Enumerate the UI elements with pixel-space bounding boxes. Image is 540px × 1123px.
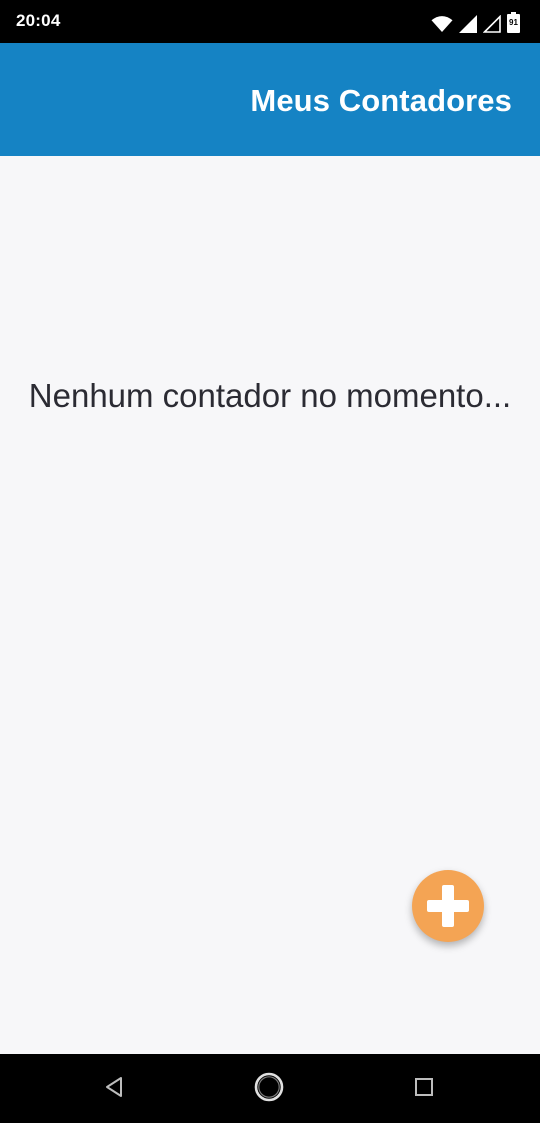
empty-state-message: Nenhum contador no momento... (28, 377, 512, 414)
page-title: Meus Contadores (250, 83, 512, 118)
signal-icon (459, 15, 477, 33)
battery-icon: 91 (507, 12, 520, 33)
back-icon (104, 1076, 124, 1103)
navigation-bar (0, 1054, 540, 1123)
add-counter-button[interactable] (412, 870, 484, 942)
app-bar: Meus Contadores (0, 43, 540, 156)
signal-empty-icon (483, 15, 501, 33)
screen: 20:04 91 Meus Contadores Nenhum contador… (0, 0, 540, 1123)
status-time: 20:04 (16, 11, 61, 30)
status-bar: 20:04 91 (0, 0, 540, 43)
battery-level: 91 (509, 18, 518, 27)
back-button[interactable] (96, 1071, 132, 1107)
recents-icon (414, 1077, 434, 1102)
recents-button[interactable] (406, 1071, 442, 1107)
home-icon (253, 1071, 285, 1108)
wifi-icon (431, 15, 453, 33)
home-button[interactable] (251, 1071, 287, 1107)
status-icons: 91 (431, 11, 520, 33)
